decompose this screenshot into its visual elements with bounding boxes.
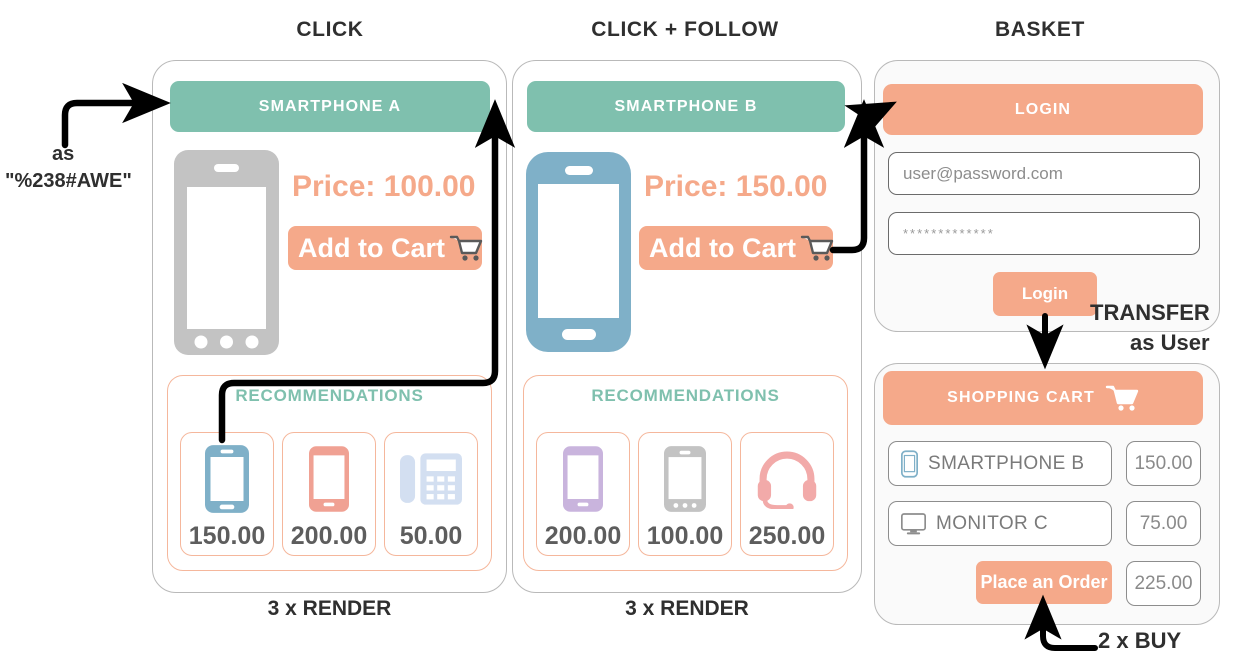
cart-row[interactable]: SMARTPHONE B — [888, 441, 1112, 486]
login-submit-button[interactable]: Login — [993, 272, 1097, 316]
place-an-order-button[interactable]: Place an Order — [976, 561, 1112, 604]
cart-row-amount: 150.00 — [1126, 441, 1201, 486]
panel-b-recommendations-title: RECOMMENDATIONS — [591, 386, 780, 405]
password-field[interactable]: ************* — [888, 212, 1200, 255]
recommendation-price: 250.00 — [748, 522, 826, 550]
recommendation-price: 200.00 — [544, 522, 622, 550]
recommendation-price: 200.00 — [290, 522, 368, 550]
smartphone-purple-icon — [537, 433, 629, 524]
panel-a-title: SMARTPHONE A — [258, 97, 402, 115]
column-heading-basket: BASKET — [995, 18, 1085, 41]
panel-b-footer-label: 3 x RENDER — [625, 597, 749, 620]
recommendation-price: 150.00 — [188, 522, 266, 550]
panel-a-add-to-cart-button[interactable]: Add to Cart — [288, 226, 483, 270]
place-an-order-label: Place an Order — [980, 572, 1108, 592]
login-title-bar: LOGIN — [883, 84, 1203, 135]
cart-footer-label: 2 x BUY — [1098, 628, 1182, 653]
column-heading-click: CLICK — [296, 18, 364, 41]
landline-phone-icon — [385, 433, 477, 524]
recommendation-item[interactable]: 250.00 — [740, 432, 834, 556]
smartphone-blue-icon — [181, 433, 273, 524]
panel-b-title: SMARTPHONE B — [614, 97, 758, 115]
transfer-annotation-line1: TRANSFER — [1090, 300, 1210, 325]
panel-b-add-to-cart-button[interactable]: Add to Cart — [639, 226, 834, 270]
email-field-placeholder: user@password.com — [903, 163, 1063, 183]
diagram-canvas: CLICK CLICK + FOLLOW BASKET as "%238#AWE… — [0, 0, 1250, 663]
cart-total-value: 225.00 — [1134, 572, 1193, 594]
shopping-cart-icon — [1105, 384, 1139, 412]
cart-title-bar: SHOPPING CART — [883, 371, 1203, 425]
headset-icon — [741, 433, 833, 524]
cart-amount-value: 150.00 — [1134, 452, 1193, 474]
recommendation-item[interactable]: 100.00 — [638, 432, 732, 556]
shopping-cart-icon — [449, 234, 483, 262]
entry-annotation-line1: as — [52, 143, 75, 165]
cart-title: SHOPPING CART — [947, 389, 1095, 406]
panel-b-add-to-cart-label: Add to Cart — [649, 232, 796, 263]
recommendation-price: 50.00 — [399, 522, 463, 550]
panel-b-price: Price: 150.00 — [644, 170, 828, 203]
smartphone-outline-icon — [901, 449, 918, 478]
transfer-annotation-line2: as User — [1130, 330, 1210, 355]
password-field-value: ************* — [903, 226, 995, 241]
smartphone-gray-icon — [639, 433, 731, 524]
smartphone-gray-icon — [174, 150, 279, 355]
cart-row-amount: 75.00 — [1126, 501, 1201, 546]
recommendation-price: 100.00 — [646, 522, 724, 550]
smartphone-blue-icon — [526, 152, 631, 352]
panel-a-recommendations: RECOMMENDATIONS 150.00 200.00 50.00 — [167, 375, 492, 571]
panel-a-add-to-cart-label: Add to Cart — [298, 232, 445, 263]
cart-amount-value: 75.00 — [1139, 512, 1188, 534]
recommendation-item[interactable]: 50.00 — [384, 432, 478, 556]
panel-a-title-bar[interactable]: SMARTPHONE A — [170, 81, 490, 132]
panel-a-footer-label: 3 x RENDER — [267, 597, 392, 620]
column-heading-click-follow: CLICK + FOLLOW — [591, 18, 779, 41]
panel-b-title-bar[interactable]: SMARTPHONE B — [527, 81, 845, 132]
login-submit-label: Login — [1021, 284, 1069, 303]
recommendation-item[interactable]: 150.00 — [180, 432, 274, 556]
recommendation-item[interactable]: 200.00 — [536, 432, 630, 556]
monitor-icon — [901, 512, 926, 535]
recommendation-item[interactable]: 200.00 — [282, 432, 376, 556]
entry-annotation-line2: "%238#AWE" — [5, 170, 132, 192]
cart-total-amount: 225.00 — [1126, 561, 1201, 606]
login-title: LOGIN — [1014, 100, 1072, 118]
email-field[interactable]: user@password.com — [888, 152, 1200, 195]
smartphone-salmon-icon — [283, 433, 375, 524]
panel-a-price: Price: 100.00 — [292, 170, 476, 203]
cart-row-label: MONITOR C — [936, 512, 1048, 534]
cart-row[interactable]: MONITOR C — [888, 501, 1112, 546]
shopping-cart-icon — [800, 234, 834, 262]
panel-b-recommendations: RECOMMENDATIONS 200.00 100.00 250.00 — [523, 375, 848, 571]
panel-a-recommendations-title: RECOMMENDATIONS — [235, 386, 424, 405]
cart-row-label: SMARTPHONE B — [928, 452, 1085, 474]
